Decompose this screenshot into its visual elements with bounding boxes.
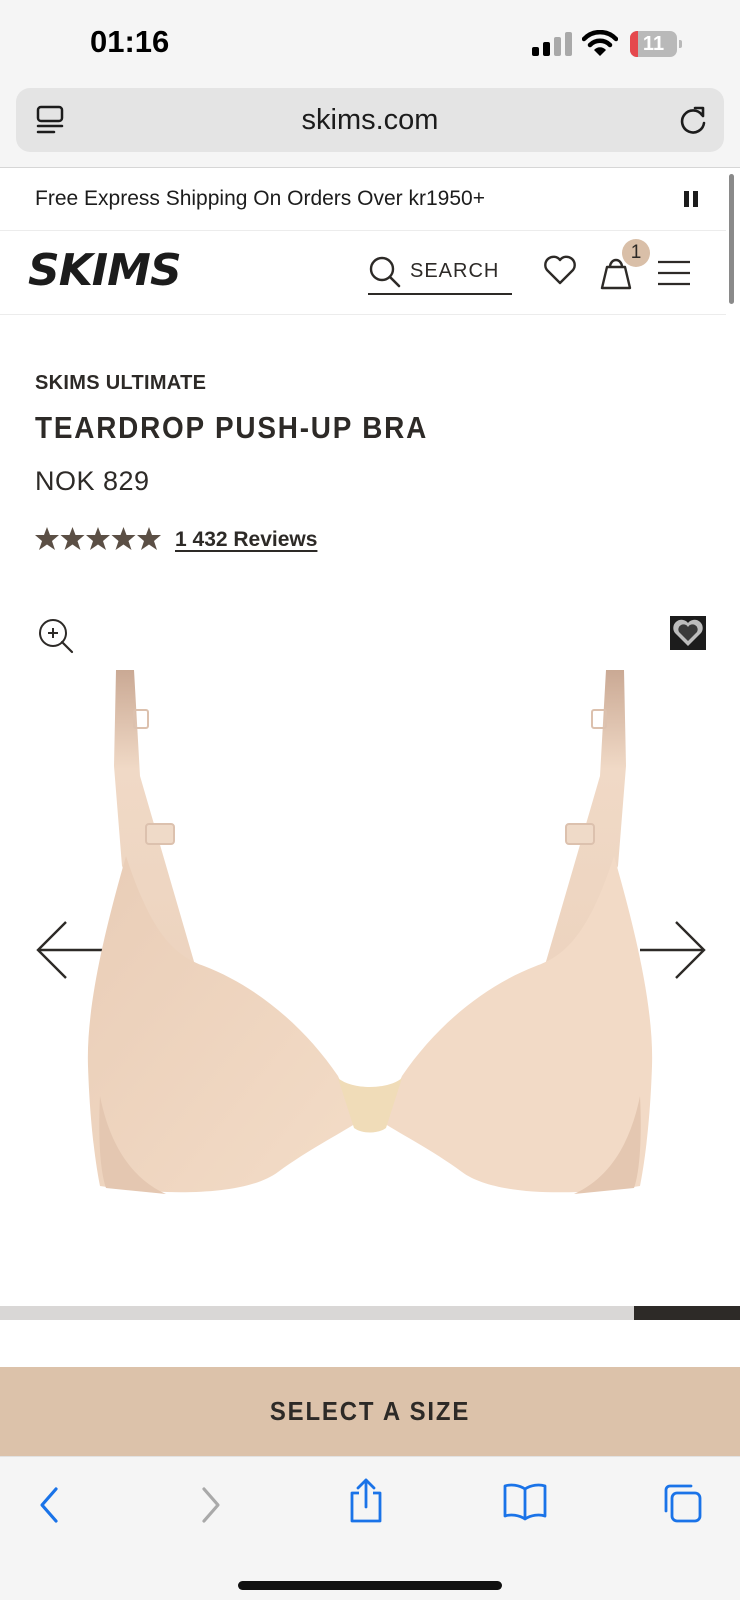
product-gallery bbox=[0, 600, 740, 1300]
forward-icon[interactable] bbox=[198, 1485, 224, 1530]
search-icon bbox=[369, 256, 401, 288]
gallery-progress-track bbox=[0, 1306, 740, 1320]
url-text[interactable]: skims.com bbox=[16, 88, 724, 152]
battery-icon: 11 bbox=[630, 31, 682, 57]
star-rating-icon bbox=[35, 527, 161, 550]
product-collection: SKIMS ULTIMATE bbox=[35, 372, 207, 394]
address-bar[interactable]: skims.com bbox=[16, 88, 724, 152]
product-price: NOK 829 bbox=[35, 466, 150, 496]
share-icon[interactable] bbox=[346, 1477, 386, 1530]
back-icon[interactable] bbox=[36, 1485, 62, 1530]
favorite-pattern-icon[interactable] bbox=[670, 616, 706, 655]
select-size-button[interactable]: SELECT A SIZE bbox=[0, 1367, 740, 1456]
svg-text:SKIMS: SKIMS bbox=[28, 247, 181, 293]
page-scrollbar[interactable] bbox=[729, 174, 734, 304]
select-size-label: SELECT A SIZE bbox=[269, 1396, 471, 1426]
promo-text: Free Express Shipping On Orders Over kr1… bbox=[35, 187, 485, 210]
bookmarks-icon[interactable] bbox=[502, 1481, 548, 1526]
skims-logo[interactable]: SKIMS bbox=[26, 245, 198, 298]
search-button[interactable]: SEARCH bbox=[368, 249, 512, 295]
promo-bar: Free Express Shipping On Orders Over kr1… bbox=[0, 169, 726, 231]
gallery-progress-indicator bbox=[634, 1306, 740, 1320]
site-header: SKIMS SEARCH 1 bbox=[0, 231, 726, 315]
wifi-icon bbox=[581, 29, 619, 63]
status-bar: 01:16 11 bbox=[0, 0, 740, 84]
reload-icon[interactable] bbox=[678, 104, 708, 141]
product-title: TEARDROP PUSH-UP BRA bbox=[35, 410, 429, 445]
product-image[interactable] bbox=[86, 666, 654, 1231]
search-label: SEARCH bbox=[410, 260, 500, 282]
battery-level: 11 bbox=[642, 33, 665, 55]
status-time: 01:16 bbox=[90, 24, 170, 59]
cart-count-badge: 1 bbox=[622, 239, 650, 267]
zoom-in-icon[interactable] bbox=[38, 618, 74, 659]
browser-toolbar bbox=[0, 1456, 740, 1600]
wishlist-heart-icon[interactable] bbox=[543, 255, 577, 290]
reviews-link[interactable]: 1 432 Reviews bbox=[175, 528, 317, 552]
browser-bar: skims.com bbox=[0, 84, 740, 168]
cellular-signal-icon bbox=[532, 32, 572, 56]
hamburger-menu-icon[interactable] bbox=[656, 259, 692, 292]
home-indicator[interactable] bbox=[238, 1581, 502, 1590]
tabs-icon[interactable] bbox=[660, 1481, 704, 1530]
